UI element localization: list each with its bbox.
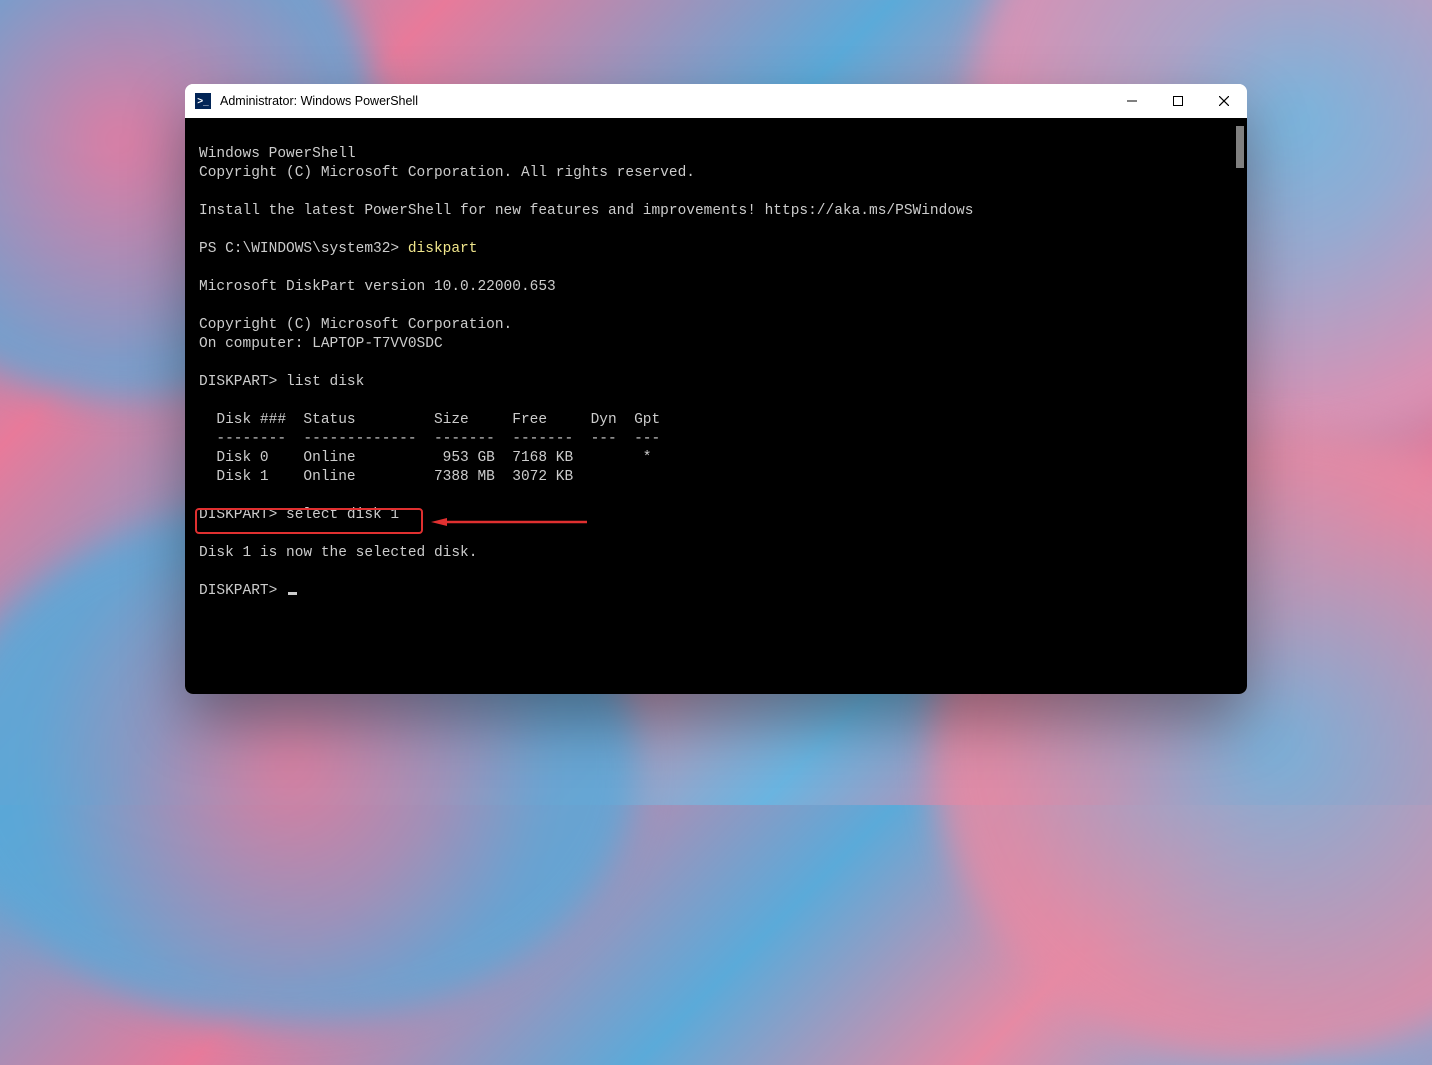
console-line: Windows PowerShell	[199, 146, 356, 162]
powershell-icon: >_	[195, 93, 211, 109]
titlebar[interactable]: >_ Administrator: Windows PowerShell	[185, 84, 1247, 118]
console-line: Copyright (C) Microsoft Corporation.	[199, 317, 512, 333]
console-line: Install the latest PowerShell for new fe…	[199, 203, 973, 219]
scrollbar-thumb[interactable]	[1236, 126, 1244, 168]
maximize-button[interactable]	[1155, 84, 1201, 118]
console-line: On computer: LAPTOP-T7VV0SDC	[199, 336, 443, 352]
console-prompt: DISKPART>	[199, 583, 286, 599]
console-line: Disk 1 is now the selected disk.	[199, 545, 477, 561]
table-header: Disk ### Status Size Free Dyn Gpt	[199, 412, 660, 428]
console-line: Copyright (C) Microsoft Corporation. All…	[199, 165, 695, 181]
table-separator: -------- ------------- ------- ------- -…	[199, 431, 660, 447]
console-prompt: PS C:\WINDOWS\system32>	[199, 241, 408, 257]
window-title: Administrator: Windows PowerShell	[220, 94, 418, 108]
annotation-arrow-icon	[431, 518, 587, 526]
console-command: diskpart	[408, 241, 478, 257]
table-row: Disk 0 Online 953 GB 7168 KB *	[199, 450, 651, 466]
console-line: Microsoft DiskPart version 10.0.22000.65…	[199, 279, 556, 295]
close-button[interactable]	[1201, 84, 1247, 118]
console-line: DISKPART> select disk 1	[199, 507, 399, 523]
console-output[interactable]: Windows PowerShell Copyright (C) Microso…	[185, 118, 1247, 694]
console-line: DISKPART> list disk	[199, 374, 364, 390]
cursor-icon	[288, 592, 297, 595]
table-row: Disk 1 Online 7388 MB 3072 KB	[199, 469, 573, 485]
powershell-window: >_ Administrator: Windows PowerShell Win…	[185, 84, 1247, 694]
minimize-button[interactable]	[1109, 84, 1155, 118]
